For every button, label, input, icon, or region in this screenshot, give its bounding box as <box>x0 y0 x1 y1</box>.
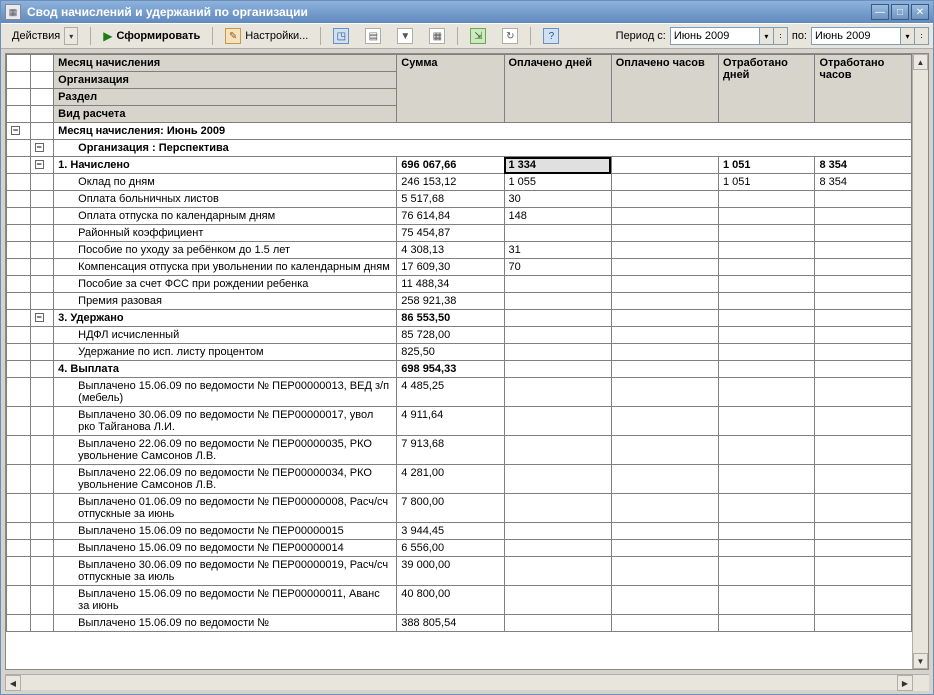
chevron-down-icon[interactable]: ▾ <box>760 27 774 45</box>
toolbar-icon-4[interactable]: ▦ <box>422 25 452 47</box>
report-grid: Месяц начисления Сумма Оплачено дней Опл… <box>6 54 912 632</box>
settings-button[interactable]: ✎ Настройки... <box>218 25 315 47</box>
col-month: Месяц начисления <box>54 55 397 72</box>
col-section: Раздел <box>54 89 397 106</box>
actions-menu[interactable]: Действия ▾ <box>5 24 85 48</box>
list-icon: ▤ <box>365 28 381 44</box>
col-paid-hours: Оплачено часов <box>611 55 718 123</box>
help-button[interactable]: ? <box>536 25 566 47</box>
table-row[interactable]: Удержание по исп. листу процентом825,50 <box>7 344 912 361</box>
step-icon[interactable]: ∶ <box>774 27 788 45</box>
period-from-value: Июнь 2009 <box>674 30 730 42</box>
col-worked-hours: Отработано часов <box>815 55 912 123</box>
toolbar-icon-2[interactable]: ▤ <box>358 25 388 47</box>
tree-toggle[interactable]: − <box>35 143 44 152</box>
separator <box>320 27 321 45</box>
scroll-left-icon[interactable]: ◀ <box>5 675 21 691</box>
separator <box>212 27 213 45</box>
col-worked-days: Отработано дней <box>718 55 815 123</box>
step-icon[interactable]: ∶ <box>915 27 929 45</box>
table-row[interactable]: НДФЛ исчисленный85 728,00 <box>7 327 912 344</box>
tree-toggle[interactable]: − <box>11 126 20 135</box>
scroll-up-icon[interactable]: ▲ <box>913 54 928 70</box>
document-icon: ◳ <box>333 28 349 44</box>
separator <box>457 27 458 45</box>
table-row[interactable]: Выплачено 22.06.09 по ведомости № ПЕР000… <box>7 465 912 494</box>
table-row[interactable]: Выплачено 01.06.09 по ведомости № ПЕР000… <box>7 494 912 523</box>
form-button[interactable]: ▶ Сформировать <box>96 26 207 46</box>
refresh-icon: ↻ <box>502 28 518 44</box>
table-row[interactable]: Компенсация отпуска при увольнении по ка… <box>7 259 912 276</box>
table-row[interactable]: Премия разовая 258 921,38 <box>7 293 912 310</box>
titlebar: ▦ Свод начислений и удержаний по организ… <box>1 1 933 23</box>
separator <box>90 27 91 45</box>
period-to-input[interactable]: Июнь 2009 <box>811 27 901 45</box>
help-icon: ? <box>543 28 559 44</box>
filter-icon: ▼ <box>397 28 413 44</box>
period-from-input[interactable]: Июнь 2009 <box>670 27 760 45</box>
group-withheld[interactable]: − 3. Удержано 86 553,50 <box>7 310 912 327</box>
period-to-label: по: <box>792 30 807 42</box>
app-window: ▦ Свод начислений и удержаний по организ… <box>0 0 934 695</box>
grid-icon: ▦ <box>429 28 445 44</box>
separator <box>530 27 531 45</box>
period-to-value: Июнь 2009 <box>815 30 871 42</box>
maximize-button[interactable]: □ <box>891 4 909 20</box>
grid-wrapper[interactable]: Месяц начисления Сумма Оплачено дней Опл… <box>6 54 912 669</box>
toolbar-icon-3[interactable]: ▼ <box>390 25 420 47</box>
toolbar-icon-1[interactable]: ◳ <box>326 25 356 47</box>
scroll-right-icon[interactable]: ▶ <box>897 675 913 691</box>
table-row[interactable]: Оплата отпуска по календарным дням 76 61… <box>7 208 912 225</box>
table-row[interactable]: Выплачено 15.06.09 по ведомости №388 805… <box>7 615 912 632</box>
vertical-scrollbar[interactable]: ▲ ▼ <box>912 54 928 669</box>
table-row[interactable]: Выплачено 22.06.09 по ведомости № ПЕР000… <box>7 436 912 465</box>
period-group: Период с: Июнь 2009 ▾ ∶ по: Июнь 2009 ▾ … <box>616 27 929 45</box>
horizontal-scrollbar[interactable]: ◀ ▶ <box>5 674 929 690</box>
table-row[interactable]: Выплачено 15.06.09 по ведомости № ПЕР000… <box>7 540 912 557</box>
export-icon: ⇲ <box>470 28 486 44</box>
scroll-track[interactable] <box>21 675 897 690</box>
table-row[interactable]: Выплачено 15.06.09 по ведомости № ПЕР000… <box>7 523 912 540</box>
chevron-down-icon[interactable]: ▾ <box>901 27 915 45</box>
report-area: Месяц начисления Сумма Оплачено дней Опл… <box>5 53 929 670</box>
table-row[interactable]: Выплачено 15.06.09 по ведомости № ПЕР000… <box>7 586 912 615</box>
table-row[interactable]: Выплачено 30.06.09 по ведомости № ПЕР000… <box>7 407 912 436</box>
scroll-corner <box>913 675 929 691</box>
table-row[interactable]: Оклад по дням 246 153,121 0551 0518 354 <box>7 174 912 191</box>
scroll-down-icon[interactable]: ▼ <box>913 653 928 669</box>
minimize-button[interactable]: — <box>871 4 889 20</box>
form-label: Сформировать <box>116 30 200 42</box>
app-icon: ▦ <box>5 4 21 20</box>
group-month[interactable]: − Месяц начисления: Июнь 2009 <box>7 123 912 140</box>
chevron-down-icon[interactable]: ▾ <box>64 27 78 45</box>
toolbar: Действия ▾ ▶ Сформировать ✎ Настройки...… <box>1 23 933 49</box>
close-button[interactable]: ✕ <box>911 4 929 20</box>
scroll-track[interactable] <box>913 70 928 653</box>
selected-cell[interactable]: 1 334 <box>504 157 611 174</box>
group-payout[interactable]: 4. Выплата 698 954,33 <box>7 361 912 378</box>
col-org: Организация <box>54 72 397 89</box>
group-org[interactable]: − Организация : Перспектива <box>7 140 912 157</box>
period-from-label: Период с: <box>616 30 666 42</box>
table-row[interactable]: Пособие за счет ФСС при рождении ребенка… <box>7 276 912 293</box>
group-accrued[interactable]: − 1. Начислено 696 067,661 334 1 0518 35… <box>7 157 912 174</box>
table-row[interactable]: Выплачено 15.06.09 по ведомости № ПЕР000… <box>7 378 912 407</box>
table-row[interactable]: Пособие по уходу за ребёнком до 1.5 лет … <box>7 242 912 259</box>
wrench-icon: ✎ <box>225 28 241 44</box>
table-row[interactable]: Оплата больничных листов 5 517,6830 <box>7 191 912 208</box>
window-title: Свод начислений и удержаний по организац… <box>27 5 871 19</box>
table-row[interactable]: Районный коэффициент 75 454,87 <box>7 225 912 242</box>
tree-toggle[interactable]: − <box>35 313 44 322</box>
col-sum: Сумма <box>397 55 504 123</box>
toolbar-icon-5[interactable]: ⇲ <box>463 25 493 47</box>
col-calctype: Вид расчета <box>54 106 397 123</box>
tree-toggle[interactable]: − <box>35 160 44 169</box>
toolbar-icon-6[interactable]: ↻ <box>495 25 525 47</box>
table-row[interactable]: Выплачено 30.06.09 по ведомости № ПЕР000… <box>7 557 912 586</box>
settings-label: Настройки... <box>245 30 308 42</box>
col-paid-days: Оплачено дней <box>504 55 611 123</box>
actions-label: Действия <box>12 30 60 42</box>
play-icon: ▶ <box>103 29 112 43</box>
